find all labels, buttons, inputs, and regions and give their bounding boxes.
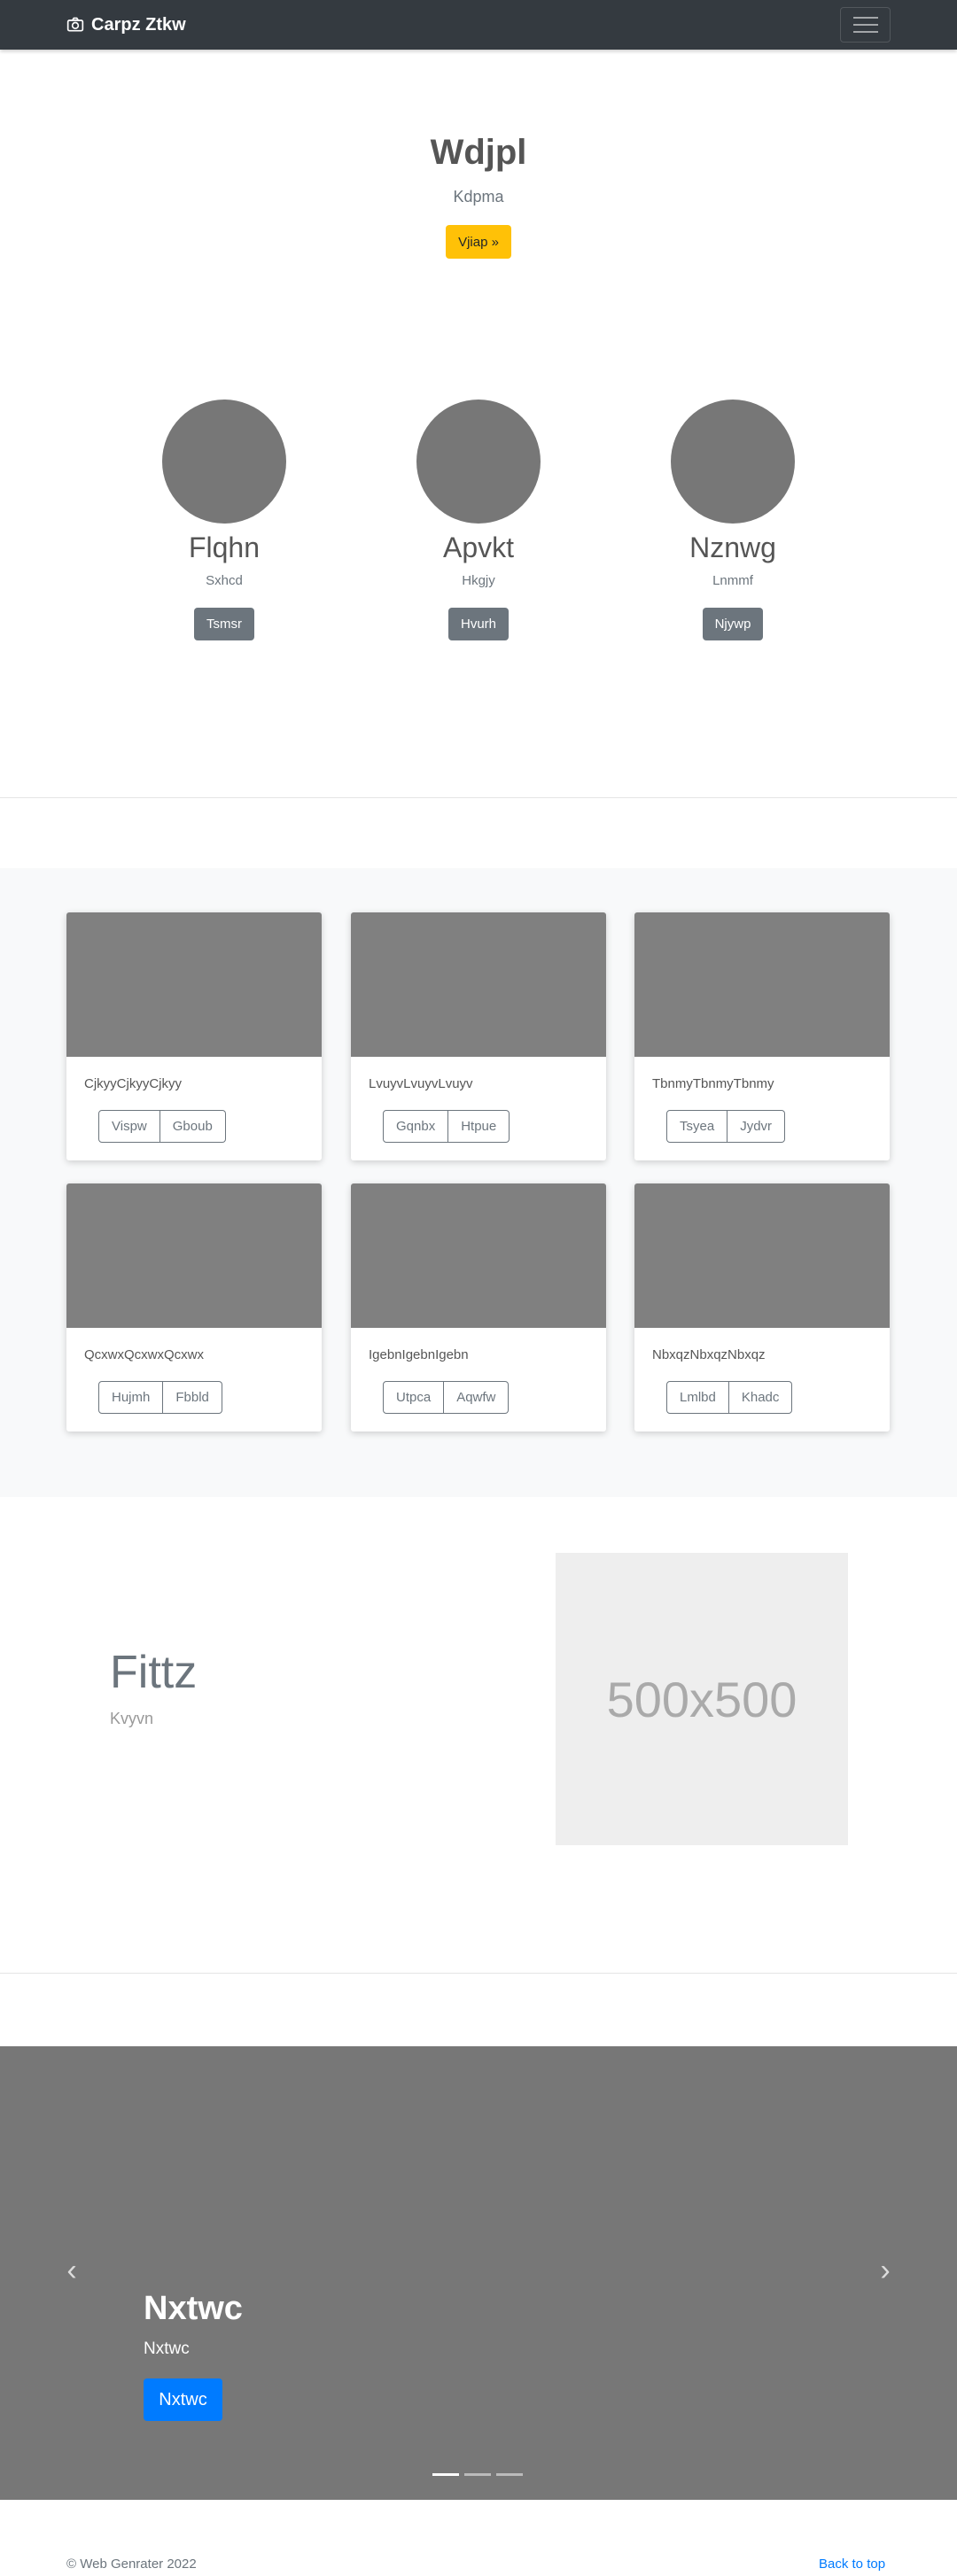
album-card: TbnmyTbnmyTbnmy Tsyea Jydvr	[634, 912, 890, 1160]
profile-subtitle: Sxhcd	[206, 573, 243, 588]
avatar	[162, 400, 286, 524]
card-view-button[interactable]: Lmlbd	[666, 1381, 729, 1414]
card-view-button[interactable]: Tsyea	[666, 1110, 728, 1143]
profile-name: Apvkt	[442, 531, 515, 563]
feature-subtitle: Kvyvn	[110, 1710, 154, 1727]
card-text: QcxwxQcxwxQcxwx	[84, 1347, 204, 1362]
brand-text: Carpz Ztkw	[91, 14, 186, 35]
profile-button[interactable]: Njywp	[702, 608, 764, 640]
hero-subtitle: Kdpma	[453, 188, 504, 206]
card-thumbnail	[634, 912, 890, 1057]
navbar: Carpz Ztkw	[0, 0, 957, 50]
card-thumbnail	[66, 1183, 322, 1328]
avatar	[671, 400, 795, 524]
card-text: TbnmyTbnmyTbnmy	[652, 1076, 774, 1091]
divider	[0, 797, 957, 798]
card-button-group: Vispw Gboub	[98, 1110, 226, 1143]
card-button-group: Lmlbd Khadc	[666, 1381, 793, 1414]
card-edit-button[interactable]: Aqwfw	[444, 1381, 510, 1414]
carousel-indicators	[432, 2473, 523, 2476]
card-thumbnail	[351, 1183, 606, 1328]
album-card: QcxwxQcxwxQcxwx Hujmh Fbbld	[66, 1183, 322, 1432]
chevron-left-icon[interactable]: ‹	[60, 2255, 83, 2285]
card-edit-button[interactable]: Jydvr	[727, 1110, 786, 1143]
back-to-top-link[interactable]: Back to top	[819, 2557, 885, 2572]
hamburger-icon	[852, 17, 878, 19]
album-card: NbxqzNbxqzNbxqz Lmlbd Khadc	[634, 1183, 890, 1432]
profile-name: Nznwg	[689, 531, 776, 563]
profile-subtitle: Lnmmf	[712, 573, 753, 588]
carousel-title: Nxtwc	[144, 2290, 243, 2327]
profile-card: Nznwg Lnmmf Njywp	[626, 400, 839, 640]
card-view-button[interactable]: Gqnbx	[383, 1110, 449, 1143]
card-thumbnail	[351, 912, 606, 1057]
card-thumbnail	[634, 1183, 890, 1328]
brand-link[interactable]: Carpz Ztkw	[66, 0, 186, 50]
footer-copyright: © Web Genrater 2022	[66, 2557, 197, 2572]
camera-icon	[66, 17, 84, 32]
card-view-button[interactable]: Hujmh	[98, 1381, 164, 1414]
card-button-group: Hujmh Fbbld	[98, 1381, 222, 1414]
card-view-button[interactable]: Vispw	[98, 1110, 160, 1143]
card-text: NbxqzNbxqzNbxqz	[652, 1347, 766, 1362]
feature-title: Fittz	[110, 1647, 198, 1698]
navbar-toggler[interactable]	[840, 7, 891, 43]
card-view-button[interactable]: Utpca	[383, 1381, 445, 1414]
profile-card: Apvkt Hkgjy Hvurh	[372, 400, 585, 640]
hero-button[interactable]: Vjiap »	[446, 225, 511, 259]
carousel-indicator[interactable]	[464, 2473, 491, 2476]
card-edit-button[interactable]: Gboub	[160, 1110, 226, 1143]
chevron-right-icon[interactable]: ›	[874, 2255, 897, 2285]
card-button-group: Gqnbx Htpue	[383, 1110, 510, 1143]
carousel-indicator[interactable]	[496, 2473, 523, 2476]
profile-card: Flqhn Sxhcd Tsmsr	[118, 400, 331, 640]
profile-subtitle: Hkgjy	[462, 573, 495, 588]
avatar	[416, 400, 541, 524]
carousel-subtitle: Nxtwc	[144, 2339, 190, 2358]
card-edit-button[interactable]: Htpue	[448, 1110, 510, 1143]
carousel: ‹ › Nxtwc Nxtwc Nxtwc	[0, 2046, 957, 2500]
carousel-button[interactable]: Nxtwc	[144, 2378, 222, 2421]
divider	[0, 1973, 957, 1974]
profile-button[interactable]: Hvurh	[447, 608, 509, 640]
album-card: CjkyyCjkyyCjkyy Vispw Gboub	[66, 912, 322, 1160]
profile-button[interactable]: Tsmsr	[194, 608, 254, 640]
card-button-group: Utpca Aqwfw	[383, 1381, 510, 1414]
card-edit-button[interactable]: Fbbld	[163, 1381, 222, 1414]
card-text: CjkyyCjkyyCjkyy	[84, 1076, 182, 1091]
album-section: CjkyyCjkyyCjkyy Vispw Gboub LvuyvLvuyvLv…	[0, 868, 957, 1497]
hero-title: Wdjpl	[430, 133, 527, 172]
album-card: IgebnIgebnIgebn Utpca Aqwfw	[351, 1183, 606, 1432]
card-text: IgebnIgebnIgebn	[369, 1347, 469, 1362]
card-thumbnail	[66, 912, 322, 1057]
album-card: LvuyvLvuyvLvuyv Gqnbx Htpue	[351, 912, 606, 1160]
feature-image-placeholder: 500x500	[556, 1553, 848, 1845]
profile-name: Flqhn	[188, 531, 261, 563]
card-button-group: Tsyea Jydvr	[666, 1110, 786, 1143]
carousel-indicator[interactable]	[432, 2473, 459, 2476]
card-edit-button[interactable]: Khadc	[728, 1381, 793, 1414]
card-text: LvuyvLvuyvLvuyv	[369, 1076, 473, 1091]
